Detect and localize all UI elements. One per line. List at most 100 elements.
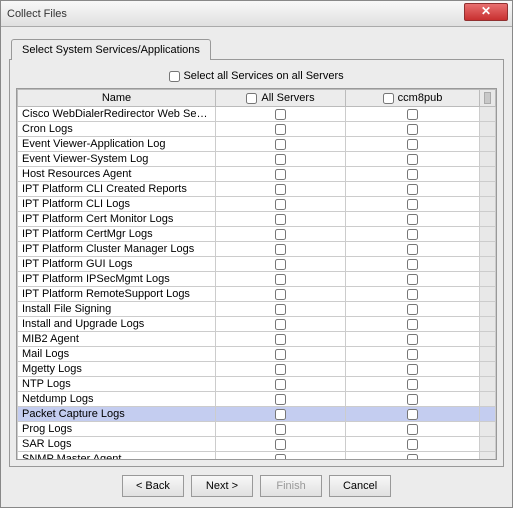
- table-row[interactable]: Mgetty Logs: [18, 362, 496, 377]
- server1-cell: [346, 212, 480, 227]
- server1-checkbox[interactable]: [407, 199, 418, 210]
- all-servers-checkbox[interactable]: [275, 274, 286, 285]
- finish-button[interactable]: Finish: [260, 475, 322, 497]
- server1-checkbox[interactable]: [407, 364, 418, 375]
- all-servers-checkbox[interactable]: [275, 214, 286, 225]
- services-table-scroll[interactable]: Name All Servers ccm8pub C: [17, 89, 496, 459]
- table-row[interactable]: IPT Platform GUI Logs: [18, 257, 496, 272]
- all-servers-checkbox[interactable]: [275, 124, 286, 135]
- server1-cell: [346, 377, 480, 392]
- all-servers-checkbox[interactable]: [275, 289, 286, 300]
- col-header-all-servers[interactable]: All Servers: [216, 90, 346, 107]
- table-row[interactable]: Packet Capture Logs: [18, 407, 496, 422]
- all-servers-cell: [216, 137, 346, 152]
- server1-checkbox[interactable]: [407, 394, 418, 405]
- table-row[interactable]: Install File Signing: [18, 302, 496, 317]
- all-servers-checkbox[interactable]: [275, 394, 286, 405]
- all-servers-checkbox[interactable]: [275, 199, 286, 210]
- close-button[interactable]: ✕: [464, 3, 508, 21]
- server1-checkbox[interactable]: [407, 334, 418, 345]
- server1-checkbox[interactable]: [407, 259, 418, 270]
- tab-select-services[interactable]: Select System Services/Applications: [11, 39, 211, 60]
- table-row[interactable]: IPT Platform Cluster Manager Logs: [18, 242, 496, 257]
- server1-checkbox[interactable]: [407, 109, 418, 120]
- all-servers-checkbox[interactable]: [275, 109, 286, 120]
- server1-checkbox[interactable]: [407, 214, 418, 225]
- server1-checkbox[interactable]: [407, 379, 418, 390]
- table-row[interactable]: Event Viewer-Application Log: [18, 137, 496, 152]
- server1-checkbox[interactable]: [407, 124, 418, 135]
- table-row[interactable]: Cron Logs: [18, 122, 496, 137]
- table-row[interactable]: IPT Platform CLI Logs: [18, 197, 496, 212]
- all-servers-checkbox[interactable]: [275, 259, 286, 270]
- all-servers-checkbox[interactable]: [275, 439, 286, 450]
- all-servers-checkbox[interactable]: [275, 184, 286, 195]
- server1-checkbox[interactable]: [407, 349, 418, 360]
- all-servers-checkbox[interactable]: [275, 424, 286, 435]
- all-servers-cell: [216, 107, 346, 122]
- table-row[interactable]: Event Viewer-System Log: [18, 152, 496, 167]
- server1-cell: [346, 272, 480, 287]
- cancel-button[interactable]: Cancel: [329, 475, 391, 497]
- table-row[interactable]: IPT Platform IPSecMgmt Logs: [18, 272, 496, 287]
- server1-checkbox[interactable]: [407, 169, 418, 180]
- all-servers-checkbox[interactable]: [275, 379, 286, 390]
- service-name-cell: Mgetty Logs: [18, 362, 216, 377]
- server1-checkbox[interactable]: [407, 154, 418, 165]
- server1-checkbox[interactable]: [407, 184, 418, 195]
- server1-cell: [346, 422, 480, 437]
- table-row[interactable]: IPT Platform RemoteSupport Logs: [18, 287, 496, 302]
- server1-checkbox[interactable]: [407, 289, 418, 300]
- scroll-gutter-cell: [480, 287, 496, 302]
- table-row[interactable]: Netdump Logs: [18, 392, 496, 407]
- back-button[interactable]: < Back: [122, 475, 184, 497]
- server1-checkbox[interactable]: [407, 424, 418, 435]
- all-servers-cell: [216, 377, 346, 392]
- server1-header-checkbox[interactable]: [383, 93, 394, 104]
- all-servers-cell: [216, 317, 346, 332]
- table-row[interactable]: NTP Logs: [18, 377, 496, 392]
- table-row[interactable]: Install and Upgrade Logs: [18, 317, 496, 332]
- server1-checkbox[interactable]: [407, 244, 418, 255]
- all-servers-checkbox[interactable]: [275, 169, 286, 180]
- all-servers-checkbox[interactable]: [275, 319, 286, 330]
- table-row[interactable]: IPT Platform CertMgr Logs: [18, 227, 496, 242]
- server1-checkbox[interactable]: [407, 409, 418, 420]
- select-all-label-wrap[interactable]: Select all Services on all Servers: [169, 70, 343, 82]
- server1-checkbox[interactable]: [407, 454, 418, 459]
- all-servers-checkbox[interactable]: [275, 304, 286, 315]
- all-servers-header-checkbox[interactable]: [246, 93, 257, 104]
- all-servers-checkbox[interactable]: [275, 244, 286, 255]
- server1-checkbox[interactable]: [407, 319, 418, 330]
- table-row[interactable]: IPT Platform CLI Created Reports: [18, 182, 496, 197]
- server1-checkbox[interactable]: [407, 274, 418, 285]
- table-row[interactable]: Prog Logs: [18, 422, 496, 437]
- all-servers-checkbox[interactable]: [275, 364, 286, 375]
- next-button[interactable]: Next >: [191, 475, 253, 497]
- col-header-name[interactable]: Name: [18, 90, 216, 107]
- table-row[interactable]: Mail Logs: [18, 347, 496, 362]
- scroll-gutter-cell: [480, 107, 496, 122]
- table-row[interactable]: SNMP Master Agent: [18, 452, 496, 460]
- table-row[interactable]: MIB2 Agent: [18, 332, 496, 347]
- all-servers-checkbox[interactable]: [275, 154, 286, 165]
- all-servers-checkbox[interactable]: [275, 454, 286, 459]
- table-row[interactable]: Host Resources Agent: [18, 167, 496, 182]
- all-servers-checkbox[interactable]: [275, 349, 286, 360]
- server1-cell: [346, 242, 480, 257]
- table-row[interactable]: IPT Platform Cert Monitor Logs: [18, 212, 496, 227]
- col-header-server1[interactable]: ccm8pub: [346, 90, 480, 107]
- all-servers-cell: [216, 422, 346, 437]
- server1-checkbox[interactable]: [407, 304, 418, 315]
- all-servers-checkbox[interactable]: [275, 139, 286, 150]
- server1-cell: [346, 332, 480, 347]
- all-servers-checkbox[interactable]: [275, 334, 286, 345]
- server1-checkbox[interactable]: [407, 229, 418, 240]
- server1-checkbox[interactable]: [407, 139, 418, 150]
- all-servers-checkbox[interactable]: [275, 229, 286, 240]
- table-row[interactable]: SAR Logs: [18, 437, 496, 452]
- all-servers-checkbox[interactable]: [275, 409, 286, 420]
- select-all-checkbox[interactable]: [169, 71, 180, 82]
- server1-checkbox[interactable]: [407, 439, 418, 450]
- table-row[interactable]: Cisco WebDialerRedirector Web Service: [18, 107, 496, 122]
